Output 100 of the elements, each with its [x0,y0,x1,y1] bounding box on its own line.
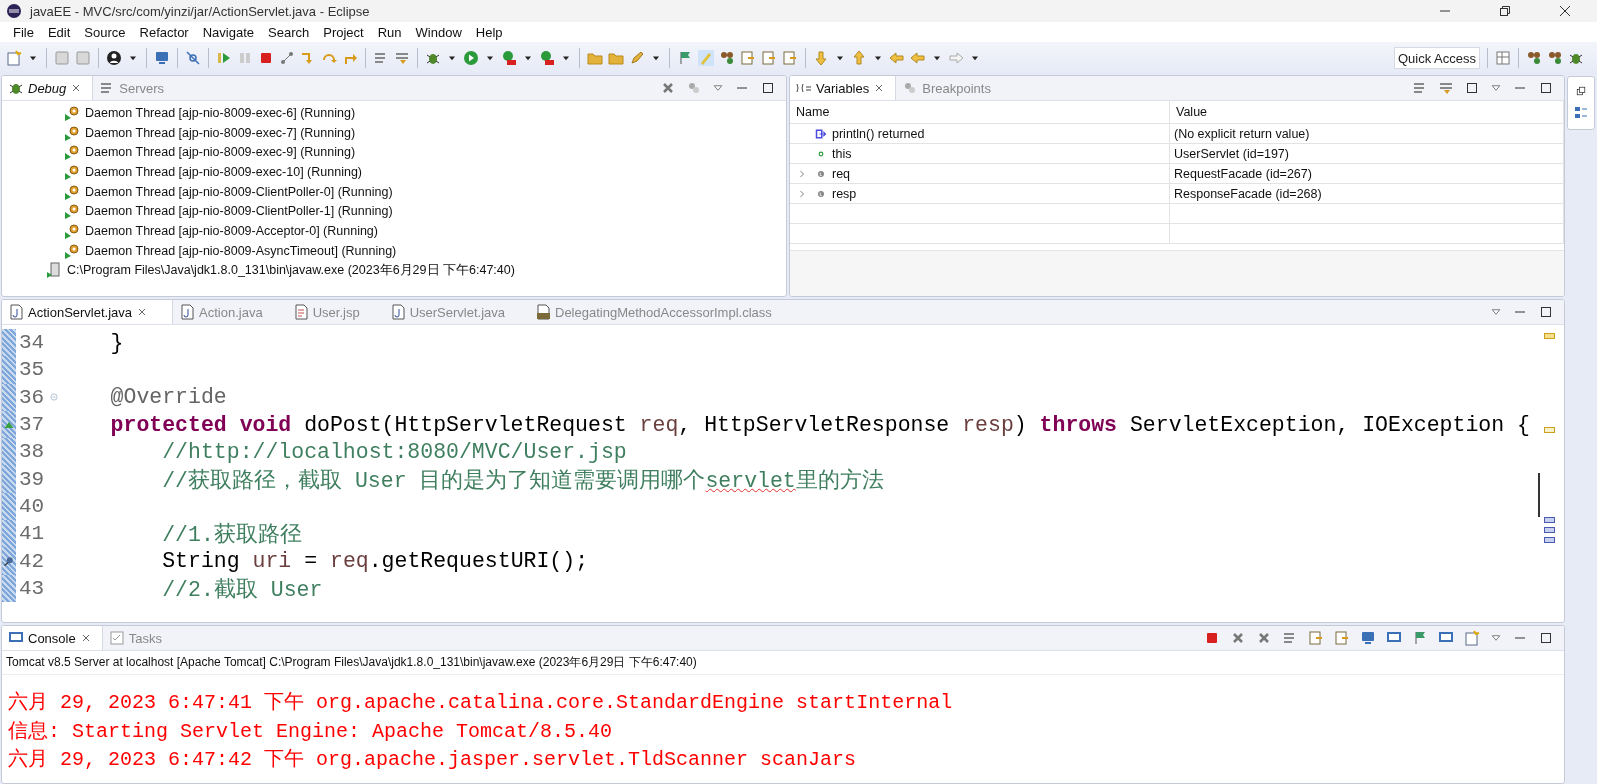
line-number: 34 [18,331,46,355]
tree-item[interactable]: Daemon Thread [ajp-nio-8009-AsyncTimeout] (Running) [85,243,397,258]
monitor-icon[interactable] [154,50,170,66]
menu-item[interactable]: Search [261,24,317,40]
tree-item[interactable]: Daemon Thread [ajp-nio-8009-exec-10] (Running) [85,164,362,179]
tree-item[interactable]: Daemon Thread [ajp-nio-8009-ClientPoller-1] (Running) [85,204,393,219]
menu-item[interactable]: Help [468,24,510,40]
beans-icon[interactable] [1547,50,1563,66]
java-file-icon [179,304,196,320]
back-arrow-icon[interactable] [889,50,905,66]
variable-name[interactable]: this [832,146,852,161]
tree-item[interactable]: Daemon Thread [ajp-nio-8009-ClientPoller-0] (Running) [85,184,393,199]
open-perspective-icon[interactable] [1495,50,1511,66]
maximize-icon[interactable] [1538,80,1554,96]
arrow-up-icon[interactable] [851,50,867,66]
line-number: 36 [18,385,46,409]
pin-icon[interactable] [1412,630,1428,646]
column-header: Name [790,101,1170,124]
person-icon[interactable] [106,50,122,66]
change-ruler-segment [2,492,16,521]
menu-item[interactable]: Project [316,24,371,40]
tree-item[interactable]: Daemon Thread [ajp-nio-8009-Acceptor-0] (Running) [85,223,378,238]
run-badge-icon[interactable] [539,50,555,66]
arrow-down-icon[interactable] [813,50,829,66]
eclipse-logo-icon [6,3,22,19]
change-ruler-segment [2,356,16,384]
menu-item[interactable]: Refactor [132,24,196,40]
editor-tab[interactable]: ActionServlet.java [2,300,174,324]
running-thread-icon [64,144,80,161]
tree-item[interactable]: Daemon Thread [ajp-nio-8009-exec-7] (Running) [85,125,356,140]
view-menu-icon[interactable] [712,82,724,94]
change-ruler-segment [2,438,16,466]
close-icon[interactable] [1557,3,1573,19]
occurrence-mark[interactable] [1543,527,1555,533]
restore-icon[interactable] [1575,85,1587,97]
occurrence-mark[interactable] [1543,537,1555,543]
view-tab[interactable]: Variables [790,76,897,100]
run-icon[interactable] [463,50,479,66]
run-badge-icon[interactable] [501,50,517,66]
outline-icon[interactable] [1573,105,1589,121]
running-thread-icon [64,183,80,200]
occurrence-mark[interactable] [1543,517,1555,523]
change-ruler-segment [2,329,16,357]
line-number: 35 [18,358,46,382]
collapse-icon[interactable] [1464,80,1480,96]
change-ruler-segment [2,383,16,411]
console-line: 六月 29, 2023 6:47:42 下午 org.apache.jasper.servlet.TldScanner scanJars [8,747,858,773]
view-menu-icon[interactable] [1490,82,1502,94]
new-file-icon[interactable] [6,50,22,66]
stop-icon[interactable] [1204,630,1220,646]
maximize-icon[interactable] [760,80,776,96]
pen-icon[interactable] [629,50,645,66]
variable-value: (No explicit return value) [1174,126,1310,141]
menu-item[interactable]: Navigate [195,24,261,40]
menu-item[interactable]: File [6,24,41,40]
variable-name[interactable]: println() returned [832,126,925,141]
return-arrow-icon [815,127,827,140]
change-ruler-segment [2,574,16,602]
tree-item[interactable]: Daemon Thread [ajp-nio-8009-exec-9] (Running) [85,145,356,160]
threads-icon[interactable] [686,80,702,96]
tree-item[interactable]: C:\Program Files\Java\jdk1.8.0_131\bin\javaw.exe (2023年6月29日 下午6:47:40) [67,261,515,279]
running-thread-icon [64,104,80,121]
code-line: protected void doPost(HttpServletRequest req, HttpServletResponse resp) throws ServletException, IOException { [109,412,1530,437]
view-menu-icon[interactable] [1490,632,1502,644]
view-menu-icon[interactable] [1490,306,1502,318]
connected-nodes-icon[interactable] [279,50,295,66]
menu-item[interactable]: Window [408,24,469,40]
code-line: //1.获取路径 [161,522,302,549]
line-number: 42 [18,549,46,573]
view-tab[interactable]: Debug [2,76,94,100]
maximize-icon[interactable] [1538,630,1554,646]
monitor-icon[interactable] [1360,630,1376,646]
tree-item[interactable]: Daemon Thread [ajp-nio-8009-exec-6] (Running) [85,105,356,120]
beans-icon[interactable] [1526,50,1542,66]
stop-icon[interactable] [258,50,274,66]
restore-icon[interactable] [1497,3,1513,19]
folder-icon[interactable] [587,50,603,66]
flag-icon[interactable] [677,50,693,66]
step-filter-icon[interactable] [394,50,410,66]
view-tab[interactable]: Console [2,626,103,650]
new-console-icon[interactable] [1464,630,1480,646]
resume-icon[interactable] [216,50,232,66]
code-line: //获取路径，截取 User 目的是为了知道需要调用哪个servlet里的方法 [161,467,884,494]
menu-item[interactable]: Source [77,24,133,40]
variable-name[interactable]: req [832,166,851,181]
beans-icon[interactable] [719,50,735,66]
warning-mark[interactable] [1543,427,1555,433]
layout-icon[interactable] [1438,80,1454,96]
quick-access-field[interactable]: Quick Access [1394,47,1480,69]
back-arrow-icon[interactable] [910,50,926,66]
folder-icon[interactable] [608,50,624,66]
debug-marker-icon [3,555,15,567]
console-line: 信息: Starting Servlet Engine: Apache Tomcat/8.5.40 [8,718,614,745]
scroll-thumb[interactable] [1538,473,1540,517]
warning-mark[interactable] [1543,333,1555,339]
variable-name[interactable]: resp [832,186,857,201]
menu-item[interactable]: Run [370,24,409,40]
maximize-icon[interactable] [1538,304,1554,320]
menu-item[interactable]: Edit [40,24,78,40]
slashed-link-icon[interactable] [185,50,201,66]
